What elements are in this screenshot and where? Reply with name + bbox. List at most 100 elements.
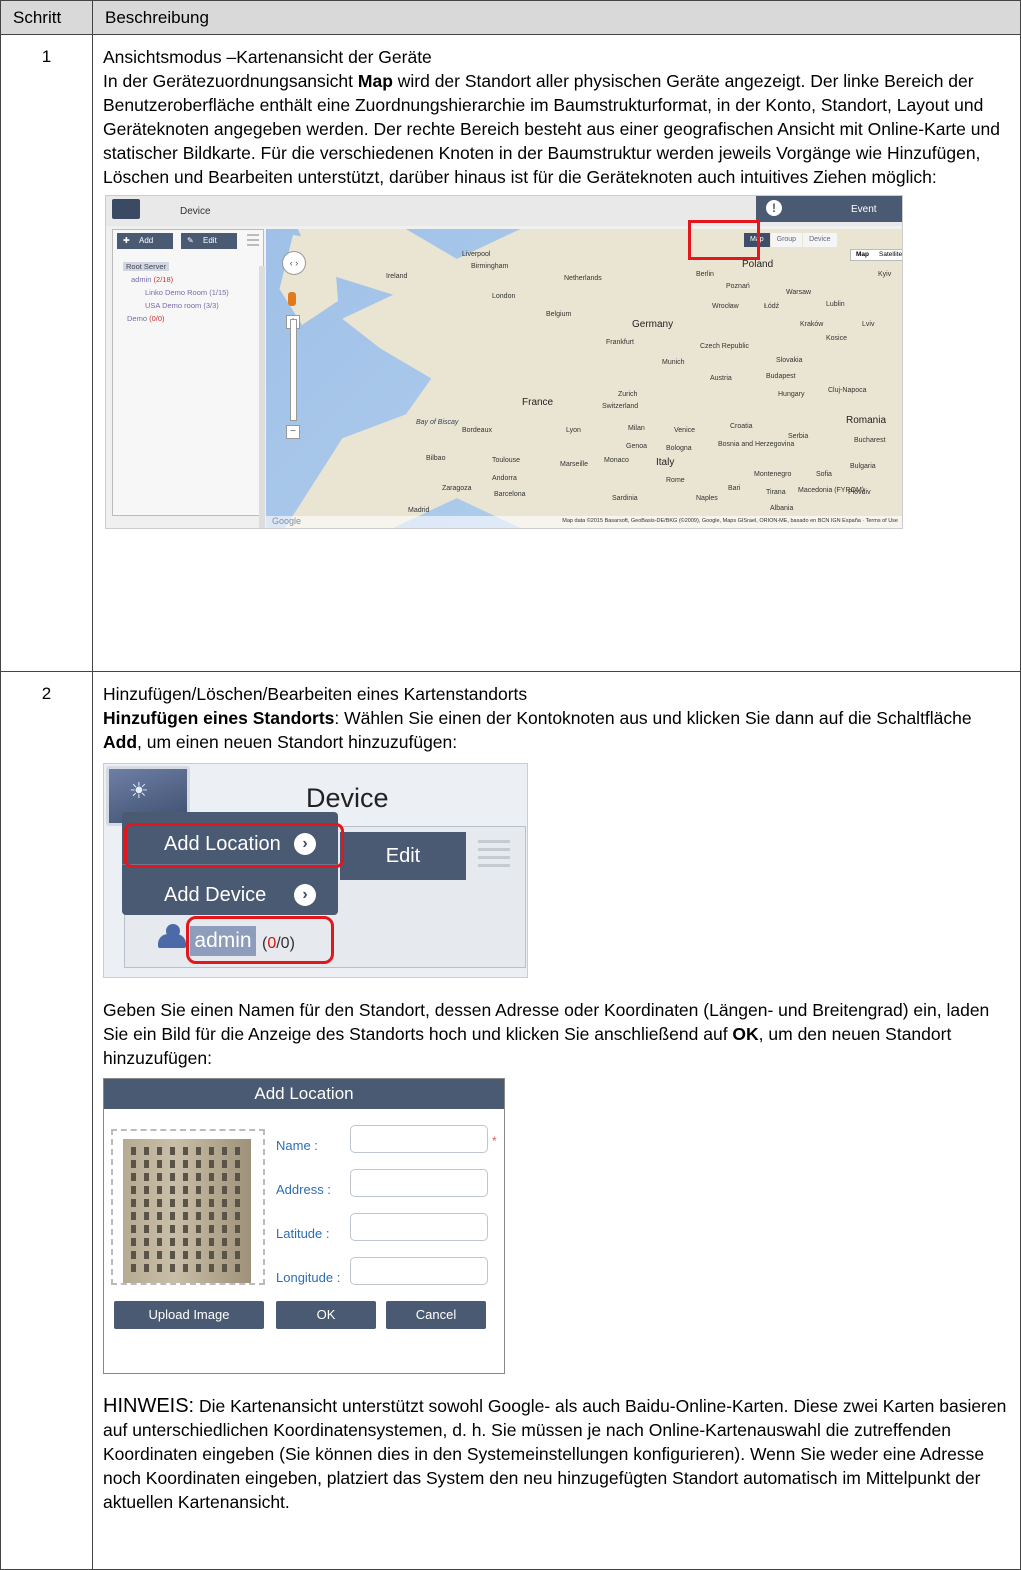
building-window xyxy=(131,1251,136,1259)
building-window xyxy=(235,1199,240,1207)
list-menu-icon[interactable] xyxy=(478,840,510,872)
event-panel-header[interactable]: ! Event xyxy=(756,196,902,222)
required-mark: * xyxy=(492,1134,497,1148)
step-number: 1 xyxy=(0,34,93,672)
sea-label: Bay of Biscay xyxy=(416,419,459,426)
map-type-satellite[interactable]: Satellite xyxy=(874,250,902,260)
location-image-placeholder xyxy=(111,1129,265,1285)
map-label: Croatia xyxy=(730,423,753,430)
tree-node-location[interactable]: Linko Demo Room (1/15) xyxy=(123,286,229,299)
map-label: Sofia xyxy=(816,471,832,478)
step-description: Ansichtsmodus –Kartenansicht der Geräte … xyxy=(92,34,1021,672)
map-type-map[interactable]: Map xyxy=(851,250,874,260)
note-label: HINWEIS: xyxy=(103,1395,195,1417)
building-window xyxy=(157,1173,162,1181)
building-window xyxy=(144,1160,149,1168)
building-window xyxy=(222,1212,227,1220)
step-text: Hinzufügen eines Standorts: Wählen Sie e… xyxy=(103,708,972,752)
building-window xyxy=(144,1199,149,1207)
building-window xyxy=(170,1199,175,1207)
building-window xyxy=(209,1238,214,1246)
add-location-dialog: Add Location Name : * Address : Latitude… xyxy=(103,1078,505,1374)
tree-view: Root Server admin (2/18) Linko Demo Room… xyxy=(123,260,229,325)
building-window xyxy=(183,1238,188,1246)
pan-control-icon[interactable]: ‹ › xyxy=(282,251,306,275)
zoom-out-icon[interactable]: − xyxy=(286,425,300,439)
header-description: Beschreibung xyxy=(92,0,1021,35)
add-button[interactable]: ✚ Add xyxy=(117,233,173,249)
edit-button[interactable]: Edit xyxy=(340,832,466,880)
latitude-field[interactable] xyxy=(350,1213,488,1241)
tree-node-demo[interactable]: Demo (0/0) xyxy=(123,312,229,325)
building-window xyxy=(170,1212,175,1220)
map-label: Warsaw xyxy=(786,289,812,296)
building-window xyxy=(144,1238,149,1246)
building-window xyxy=(209,1147,214,1155)
online-map[interactable]: Map Group Device Map Satellite ‹ › + − P… xyxy=(266,229,902,528)
building-window xyxy=(209,1160,214,1168)
building-window xyxy=(235,1173,240,1181)
map-footer: Google Map data ©2015 Basarsoft, GeoBasi… xyxy=(266,516,902,528)
map-label: Poland xyxy=(742,259,774,270)
step-title: Hinzufügen/Löschen/Bearbeiten eines Kart… xyxy=(103,684,528,704)
map-label: Bilbao xyxy=(426,455,446,462)
add-menu-screenshot: ☀ Device Edit Add Location › Add Device … xyxy=(103,763,528,978)
exclamation-icon: ! xyxy=(766,200,782,216)
map-label: Bordeaux xyxy=(462,427,492,434)
cancel-button[interactable]: Cancel xyxy=(386,1301,486,1329)
zoom-slider[interactable] xyxy=(290,319,297,421)
building-window xyxy=(222,1264,227,1272)
map-label: Zurich xyxy=(618,391,638,398)
map-label: Venice xyxy=(674,427,696,434)
building-window xyxy=(170,1186,175,1194)
map-label: Lublin xyxy=(826,301,845,308)
tab-group[interactable]: Group xyxy=(770,233,803,247)
tree-node-root[interactable]: Root Server xyxy=(123,260,229,273)
building-window xyxy=(131,1212,136,1220)
building-window xyxy=(131,1238,136,1246)
building-window xyxy=(131,1173,136,1181)
map-label: Switzerland xyxy=(602,403,639,410)
ok-button[interactable]: OK xyxy=(276,1301,376,1329)
building-window xyxy=(196,1186,201,1194)
tree-node-location[interactable]: USA Demo room (3/3) xyxy=(123,299,229,312)
upload-image-button[interactable]: Upload Image xyxy=(114,1301,264,1329)
building-window xyxy=(196,1225,201,1233)
building-window xyxy=(209,1173,214,1181)
name-field[interactable] xyxy=(350,1125,488,1153)
building-window xyxy=(157,1199,162,1207)
building-window xyxy=(235,1251,240,1259)
menu-item-add-device[interactable]: Add Device xyxy=(164,883,266,907)
table-header-row: Schritt Beschreibung xyxy=(0,0,1021,35)
list-menu-icon[interactable] xyxy=(247,234,259,246)
tree-scrollbar[interactable] xyxy=(259,266,265,528)
map-label: Frankfurt xyxy=(606,339,635,346)
building-window xyxy=(235,1186,240,1194)
user-icon xyxy=(152,924,190,948)
tab-device[interactable]: Device xyxy=(803,233,837,247)
map-label: Ireland xyxy=(386,273,408,280)
event-label: Event xyxy=(851,204,877,215)
map-label: Germany xyxy=(632,319,674,330)
map-label: Belgium xyxy=(546,311,572,318)
address-field[interactable] xyxy=(350,1169,488,1197)
map-label: Naples xyxy=(696,495,718,502)
building-window xyxy=(170,1225,175,1233)
building-window xyxy=(209,1186,214,1194)
building-window xyxy=(157,1251,162,1259)
building-window xyxy=(144,1212,149,1220)
highlight-box xyxy=(124,823,344,868)
building-window xyxy=(235,1225,240,1233)
building-window xyxy=(144,1225,149,1233)
longitude-field[interactable] xyxy=(350,1257,488,1285)
edit-button[interactable]: ✎ Edit xyxy=(181,233,237,249)
step-text: In der Gerätezuordnungsansicht Map wird … xyxy=(103,71,1000,187)
note-paragraph: HINWEIS: Die Kartenansicht unterstützt s… xyxy=(103,1395,1007,1512)
map-type-selector: Map Satellite xyxy=(850,249,902,261)
tree-node-admin[interactable]: admin (2/18) xyxy=(123,273,229,286)
street-view-pegman-icon[interactable] xyxy=(288,292,296,306)
building-window xyxy=(131,1186,136,1194)
device-label: Device xyxy=(306,783,389,813)
step-description: Hinzufügen/Löschen/Bearbeiten eines Kart… xyxy=(92,671,1021,1570)
building-window xyxy=(183,1264,188,1272)
